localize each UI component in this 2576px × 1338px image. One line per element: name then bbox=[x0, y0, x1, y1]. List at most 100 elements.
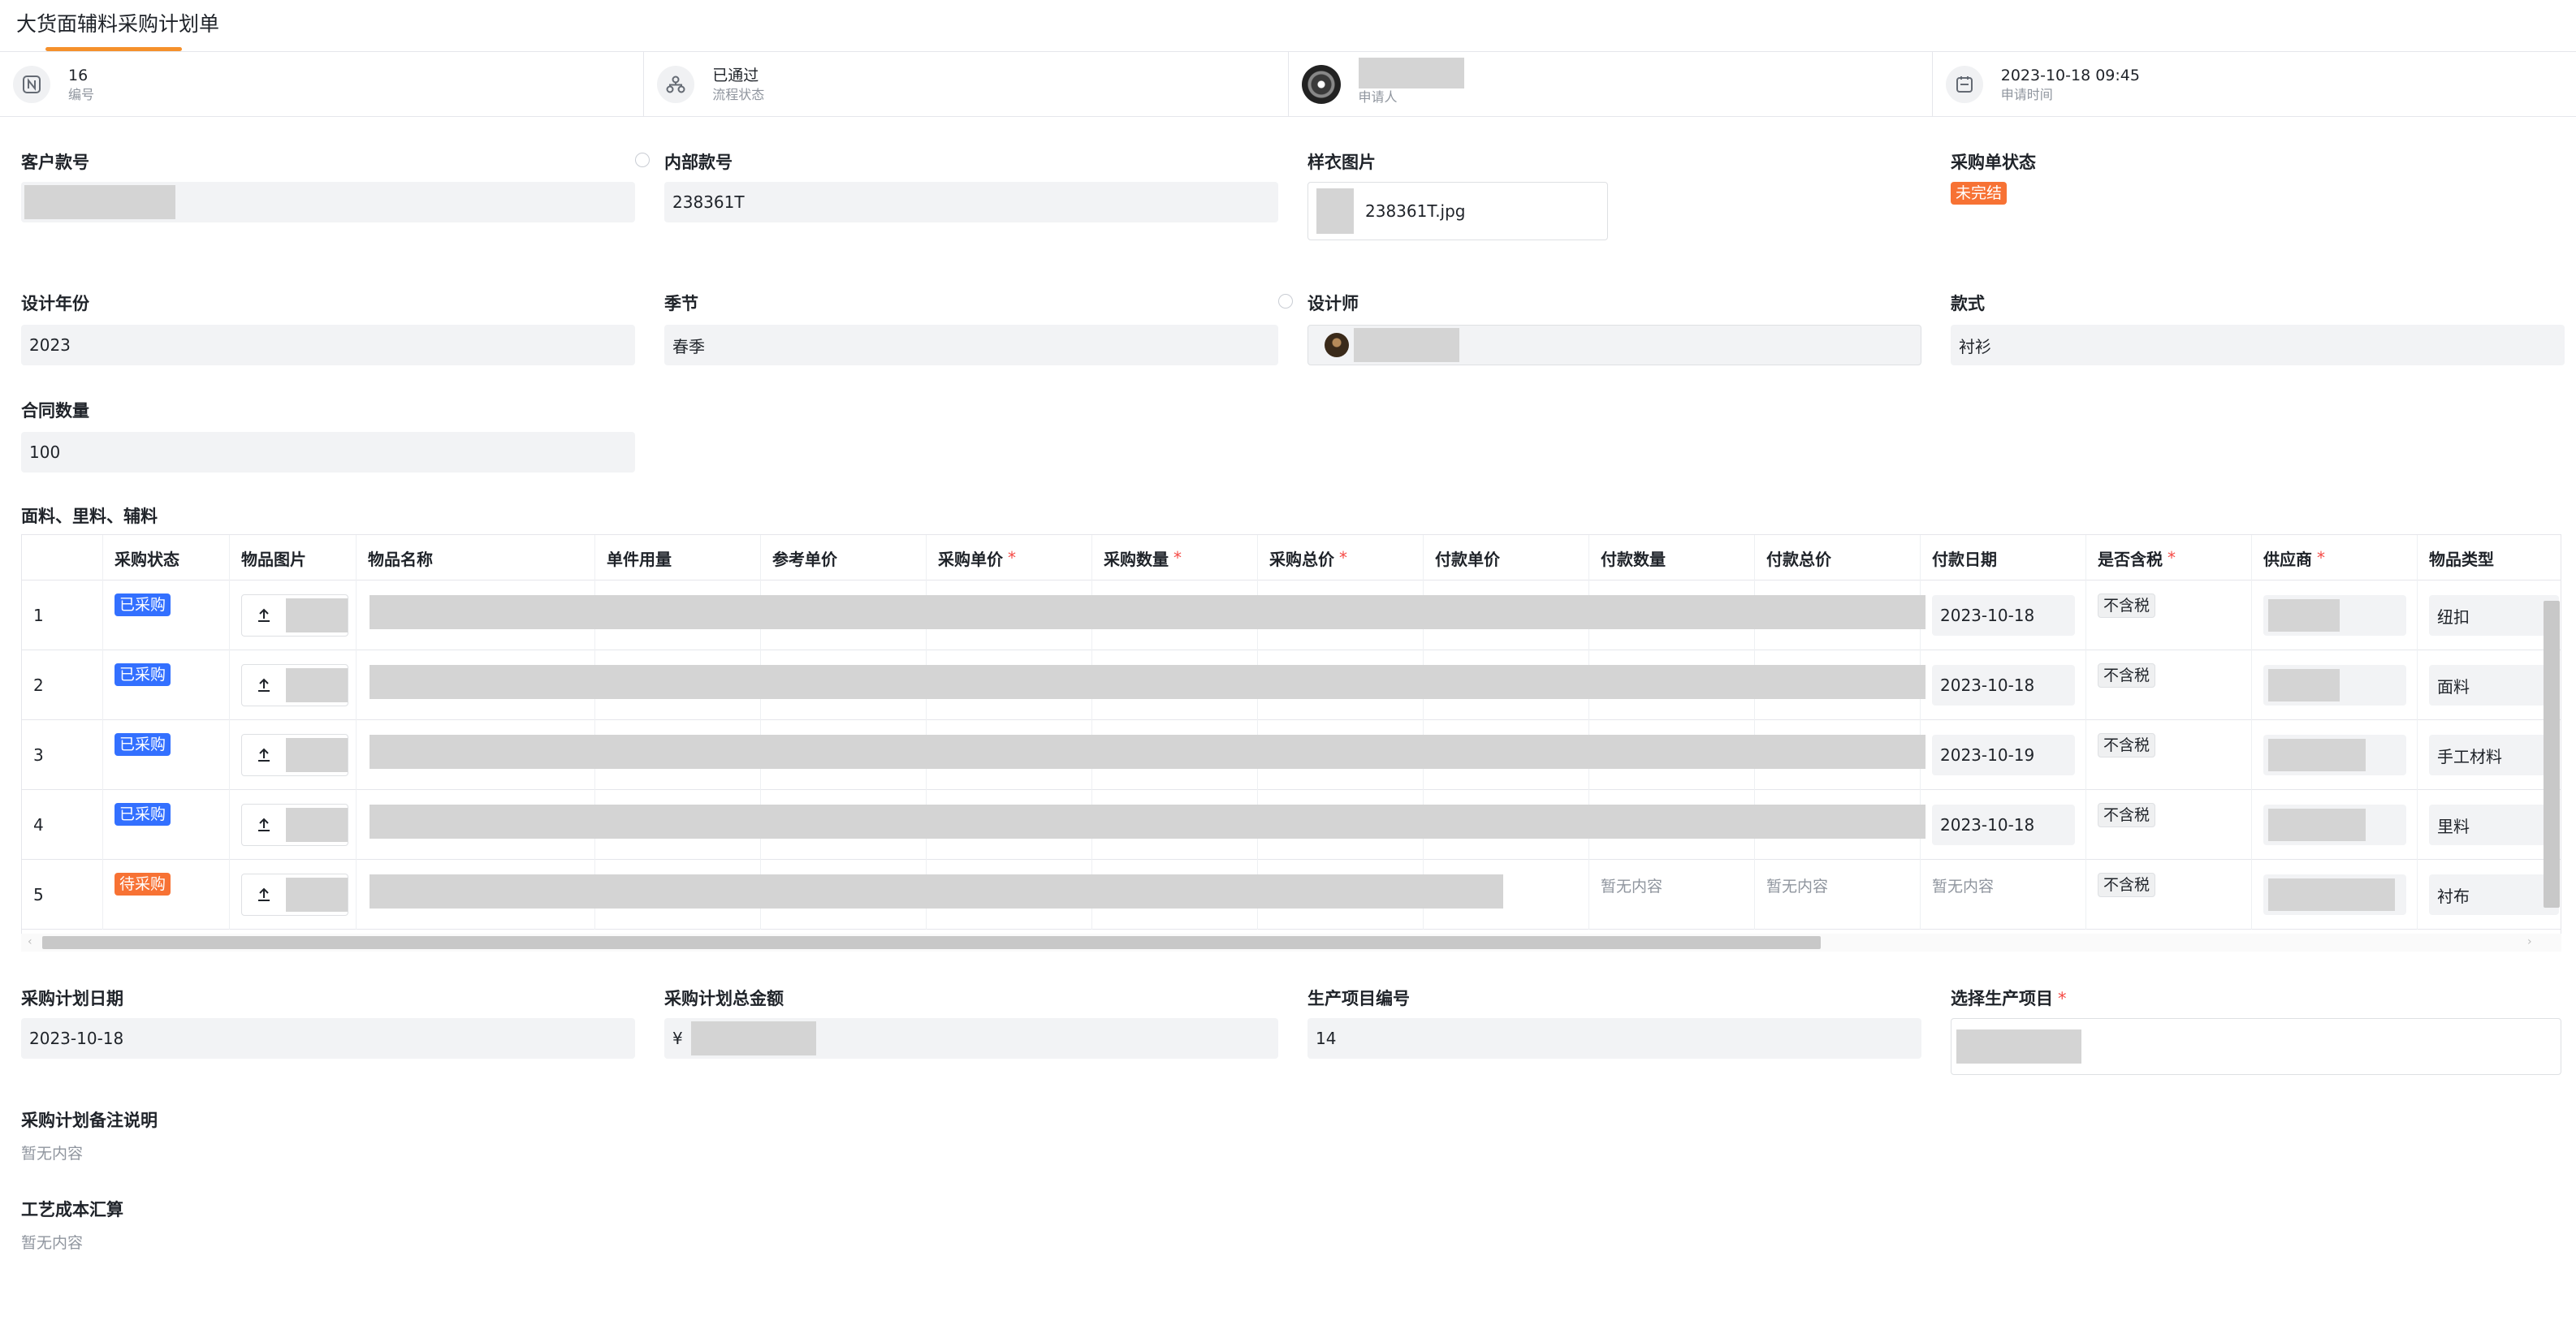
supplier-field[interactable] bbox=[2263, 595, 2406, 636]
materials-table: 采购状态 物品图片 物品名称 单件用量 参考单价 采购单价 * 采购数量 * 采购总… bbox=[21, 534, 2561, 952]
designer-field[interactable] bbox=[1307, 325, 1921, 365]
project-no-label: 生产项目编号 bbox=[1307, 989, 1410, 1008]
designer-avatar bbox=[1325, 333, 1349, 357]
pay-date-field[interactable]: 2023-10-19 bbox=[1932, 735, 2075, 775]
image-upload-button[interactable] bbox=[241, 594, 348, 637]
scroll-left-arrow-icon[interactable]: ‹ bbox=[28, 935, 32, 948]
col-item-name: 物品名称 bbox=[357, 535, 595, 581]
design-year-label: 设计年份 bbox=[21, 294, 89, 313]
internal-no-field[interactable]: 238361T bbox=[664, 182, 1278, 222]
contract-qty-label: 合同数量 bbox=[21, 401, 89, 421]
project-no-field[interactable]: 14 bbox=[1307, 1018, 1921, 1059]
pay-date-cell[interactable]: 暂无内容 bbox=[1921, 860, 2086, 930]
supplier-field[interactable] bbox=[2263, 735, 2406, 775]
supplier-redacted bbox=[2268, 599, 2340, 632]
purchase-status-cell: 已采购 bbox=[103, 720, 230, 790]
supplier-redacted bbox=[2268, 878, 2395, 911]
item-thumbnail-redacted bbox=[286, 808, 348, 842]
supplier-cell[interactable] bbox=[2252, 650, 2418, 720]
item-type-cell[interactable]: 手工材料 bbox=[2418, 720, 2559, 790]
required-mark: * bbox=[2317, 548, 2325, 568]
info-time-value: 2023-10-18 09:45 bbox=[2000, 66, 2140, 84]
po-status-badge: 未完结 bbox=[1951, 182, 2008, 205]
plan-date-field[interactable]: 2023-10-18 bbox=[21, 1018, 635, 1059]
tax-included-tag: 不含税 bbox=[2098, 593, 2156, 618]
supplier-field[interactable] bbox=[2263, 805, 2406, 845]
col-label: 采购数量 bbox=[1104, 549, 1169, 569]
scroll-right-arrow-icon[interactable]: › bbox=[2527, 935, 2532, 948]
row-index: 2 bbox=[22, 650, 103, 720]
row-number: 2 bbox=[33, 675, 44, 695]
item-type-field[interactable]: 面料 bbox=[2429, 665, 2559, 706]
image-upload-button[interactable] bbox=[241, 664, 348, 706]
item-thumbnail-redacted bbox=[286, 738, 348, 772]
item-type-field[interactable]: 手工材料 bbox=[2429, 735, 2559, 775]
info-number: 16 编号 bbox=[0, 52, 645, 116]
applicant-name-redacted bbox=[1358, 57, 1464, 88]
customer-no-redacted bbox=[24, 185, 175, 219]
purchase-status-cell: 已采购 bbox=[103, 581, 230, 650]
item-type-field[interactable]: 衬布 bbox=[2429, 874, 2559, 915]
pay-date-cell[interactable]: 2023-10-18 bbox=[1921, 581, 2086, 650]
col-label: 参考单价 bbox=[772, 549, 837, 569]
season-field[interactable]: 春季 bbox=[664, 325, 1278, 365]
required-mark: * bbox=[1173, 548, 1182, 568]
col-label: 供应商 bbox=[2263, 549, 2312, 569]
workflow-icon bbox=[657, 65, 695, 103]
pay-date-cell[interactable]: 2023-10-18 bbox=[1921, 790, 2086, 860]
select-project-field[interactable] bbox=[1951, 1018, 2561, 1075]
selected-project-redacted[interactable] bbox=[1956, 1029, 2081, 1064]
row-index: 5 bbox=[22, 860, 103, 930]
pay-total-cell[interactable]: 暂无内容 bbox=[1755, 860, 1921, 930]
contract-qty-field[interactable]: 100 bbox=[21, 432, 635, 473]
upload-icon bbox=[258, 748, 270, 762]
supplier-cell[interactable] bbox=[2252, 581, 2418, 650]
pay-date-cell[interactable]: 2023-10-18 bbox=[1921, 650, 2086, 720]
required-mark: * bbox=[2168, 548, 2176, 568]
supplier-redacted bbox=[2268, 739, 2366, 771]
clock-icon bbox=[1278, 294, 1293, 309]
upload-icon bbox=[258, 678, 270, 692]
sample-image-filename[interactable]: 238361T.jpg bbox=[1365, 201, 1466, 221]
required-mark: * bbox=[1339, 548, 1347, 568]
table-vertical-scrollbar[interactable] bbox=[2544, 601, 2560, 908]
supplier-cell[interactable] bbox=[2252, 860, 2418, 930]
required-mark: * bbox=[1008, 548, 1016, 568]
supplier-cell[interactable] bbox=[2252, 790, 2418, 860]
item-type-field[interactable]: 纽扣 bbox=[2429, 595, 2559, 636]
pay-date-field[interactable]: 2023-10-18 bbox=[1932, 595, 2075, 636]
col-label: 付款单价 bbox=[1435, 549, 1500, 569]
sample-image-attachment[interactable]: 238361T.jpg bbox=[1307, 182, 1608, 240]
info-number-label: 编号 bbox=[68, 86, 95, 102]
craft-cost-label: 工艺成本汇算 bbox=[21, 1200, 123, 1219]
customer-no-field[interactable] bbox=[21, 182, 635, 222]
sample-image-thumbnail[interactable] bbox=[1316, 188, 1354, 234]
tax-included-tag: 不含税 bbox=[2098, 733, 2156, 757]
pay-qty-cell[interactable]: 暂无内容 bbox=[1589, 860, 1755, 930]
pay-date-cell[interactable]: 2023-10-19 bbox=[1921, 720, 2086, 790]
tax-included-cell: 不含税 bbox=[2086, 720, 2252, 790]
plan-total-field[interactable]: ¥ bbox=[664, 1018, 1278, 1059]
customer-no-label: 客户款号 bbox=[21, 153, 89, 172]
pay-date-field[interactable]: 2023-10-18 bbox=[1932, 665, 2075, 706]
item-type-field[interactable]: 里料 bbox=[2429, 805, 2559, 845]
image-upload-button[interactable] bbox=[241, 804, 348, 846]
supplier-redacted bbox=[2268, 809, 2366, 841]
page-title: 大货面辅料采购计划单 bbox=[16, 12, 220, 36]
style-field[interactable]: 衬衫 bbox=[1951, 325, 2565, 365]
item-type-cell[interactable]: 衬布 bbox=[2418, 860, 2559, 930]
table-scroll-thumb[interactable] bbox=[42, 936, 1821, 949]
item-type-cell[interactable]: 里料 bbox=[2418, 790, 2559, 860]
pay-date-field[interactable]: 2023-10-18 bbox=[1932, 805, 2075, 845]
design-year-field[interactable]: 2023 bbox=[21, 325, 635, 365]
supplier-cell[interactable] bbox=[2252, 720, 2418, 790]
purchase-status-badge: 已采购 bbox=[115, 663, 171, 686]
col-label: 物品名称 bbox=[368, 549, 433, 569]
image-upload-button[interactable] bbox=[241, 734, 348, 776]
supplier-field[interactable] bbox=[2263, 874, 2406, 915]
table-row: 3 已采购 2023-10-19 不含税 手工材料 bbox=[22, 720, 2561, 790]
item-type-cell[interactable]: 纽扣 bbox=[2418, 581, 2559, 650]
image-upload-button[interactable] bbox=[241, 874, 348, 916]
supplier-field[interactable] bbox=[2263, 665, 2406, 706]
item-type-cell[interactable]: 面料 bbox=[2418, 650, 2559, 720]
